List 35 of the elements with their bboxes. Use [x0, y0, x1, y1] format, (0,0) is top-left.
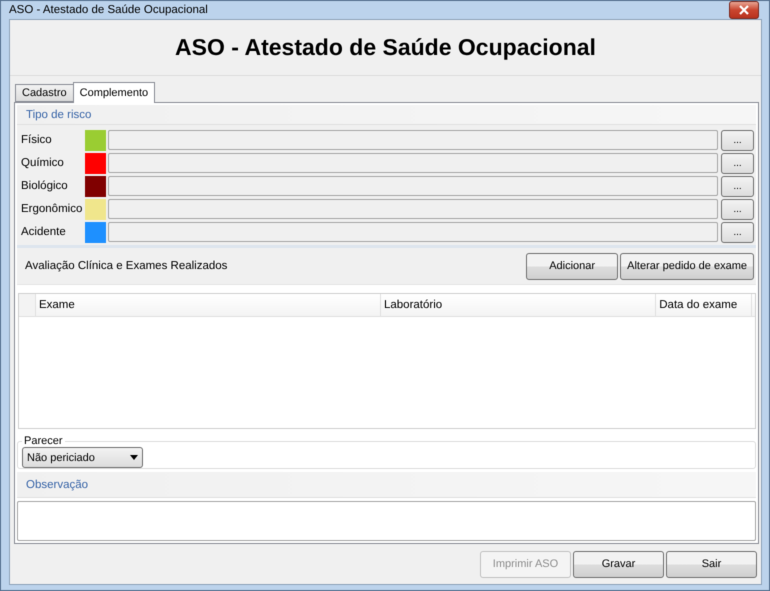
risk-field[interactable] [108, 130, 718, 150]
browse-button[interactable]: ... [721, 152, 754, 174]
column-header[interactable]: Data do exame [655, 294, 751, 316]
browse-button[interactable]: ... [721, 130, 754, 150]
risk-label: Físico [20, 134, 53, 146]
parecer-dropdown[interactable]: Não periciado [22, 447, 143, 468]
tab[interactable]: Cadastro [15, 84, 74, 102]
risk-label: Acidente [20, 226, 67, 238]
tab[interactable]: Complemento [72, 82, 156, 103]
risk-field[interactable] [108, 176, 718, 196]
exam-button[interactable]: Alterar pedido de exame [620, 252, 754, 280]
risk-label: Biológico [20, 180, 69, 192]
risk-field[interactable] [108, 199, 718, 219]
risk-label: Ergonômico [20, 203, 83, 215]
column-header[interactable]: Exame [34, 294, 380, 316]
observation-field[interactable] [17, 501, 756, 541]
dropdown-arrow-icon [130, 455, 138, 460]
close-button[interactable] [729, 1, 759, 19]
browse-button[interactable]: ... [721, 222, 754, 242]
risk-field[interactable] [108, 153, 718, 173]
footer-button[interactable]: Sair [666, 550, 757, 578]
exam-button[interactable]: Adicionar [526, 252, 618, 280]
section-label: Avaliação Clínica e Exames Realizados [25, 260, 228, 272]
window-title: ASO - Atestado de Saúde Ocupacional [9, 4, 208, 16]
group-label: Parecer [23, 435, 64, 447]
section-title: Tipo de risco [26, 108, 92, 120]
form-heading: ASO - Atestado de Saúde Ocupacional [175, 34, 596, 61]
section-title: Observação [26, 478, 88, 490]
risk-label: Químico [20, 157, 65, 169]
browse-button[interactable]: ... [721, 198, 754, 220]
footer-button[interactable]: Gravar [573, 550, 664, 578]
column-header[interactable]: Laboratório [380, 294, 656, 316]
risk-field[interactable] [108, 222, 718, 242]
browse-button[interactable]: ... [721, 176, 754, 196]
close-icon [738, 5, 750, 15]
